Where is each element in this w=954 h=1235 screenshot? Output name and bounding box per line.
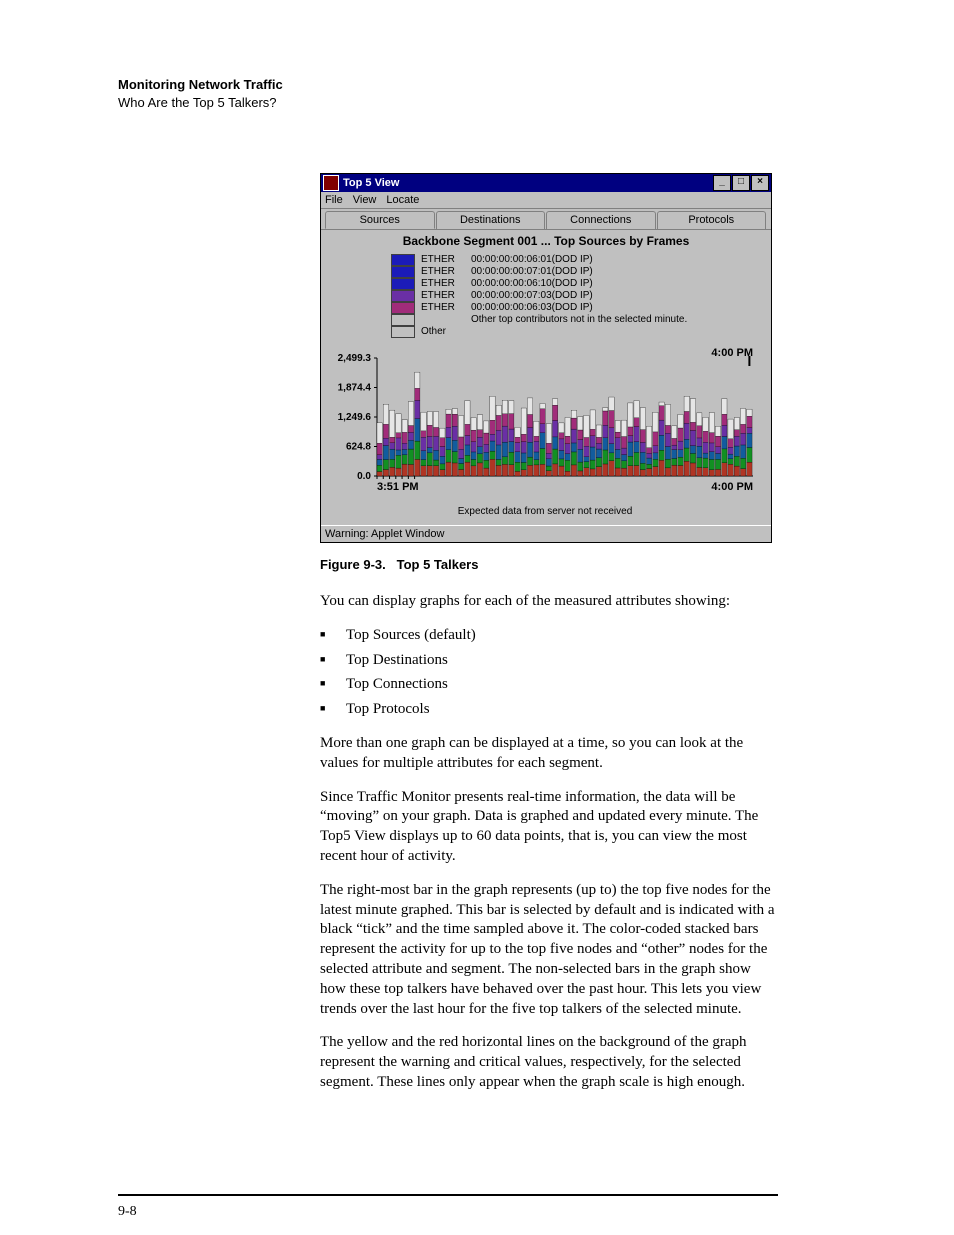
paragraph: The right-most bar in the graph represen… [320,881,776,1020]
svg-text:1,249.6: 1,249.6 [338,412,372,423]
legend-detail: 00:00:00:00:07:01(DOD IP) [471,266,593,278]
legend-detail: Other top contributors not in the select… [471,314,687,326]
list-item: Top Sources (default) [320,626,776,646]
legend-swatch [391,314,415,326]
paragraph: More than one graph can be displayed at … [320,734,776,774]
legend-label: ETHER [421,254,465,266]
legend-detail: 00:00:00:00:06:10(DOD IP) [471,278,593,290]
chart-svg: 2,499.3 1,874.4 1,249.6 624.8 0.0 4:00 PM 3:51… [327,344,763,504]
legend-label: ETHER [421,290,465,302]
header-title: Monitoring Network Traffic [118,76,778,94]
window-title: Top 5 View [343,177,713,189]
tab-sources[interactable]: Sources [325,211,435,229]
legend-swatch [391,290,415,302]
svg-text:4:00 PM: 4:00 PM [711,347,753,359]
chart-plot[interactable]: 2,499.3 1,874.4 1,249.6 624.8 0.0 4:00 PM 3:51… [321,342,771,525]
legend-row: Other top contributors not in the select… [391,314,771,326]
page-footer: 9-8 [118,1194,778,1220]
paragraph: The yellow and the red horizontal lines … [320,1033,776,1092]
svg-text:0.0: 0.0 [357,471,371,482]
menu-view[interactable]: View [353,194,377,206]
legend-detail: 00:00:00:00:06:03(DOD IP) [471,302,593,314]
legend-swatch [391,254,415,266]
figure-caption: Figure 9-3. Top 5 Talkers [320,557,778,572]
legend-row: Other [391,326,771,338]
figure-label: Figure 9-3. [320,557,386,572]
tab-connections[interactable]: Connections [546,211,656,229]
tab-bar: Sources Destinations Connections Protoco… [321,209,771,230]
legend-label: ETHER [421,278,465,290]
chart-title: Backbone Segment 001 ... Top Sources by … [321,230,771,252]
legend-row: ETHER 00:00:00:00:07:01(DOD IP) [391,266,771,278]
figure-text: Top 5 Talkers [397,557,479,572]
tab-destinations[interactable]: Destinations [436,211,546,229]
legend-swatch [391,278,415,290]
close-button[interactable]: × [751,175,769,191]
maximize-button[interactable]: □ [732,175,750,191]
top5-window: Top 5 View _ □ × File View Locate Source… [320,173,772,543]
legend-row: ETHER 00:00:00:00:07:03(DOD IP) [391,290,771,302]
header-subtitle: Who Are the Top 5 Talkers? [118,94,778,112]
window-titlebar[interactable]: Top 5 View _ □ × [321,174,771,192]
legend-swatch [391,326,415,338]
legend-detail: 00:00:00:00:06:01(DOD IP) [471,254,593,266]
list-item: Top Connections [320,675,776,695]
legend-label: ETHER [421,266,465,278]
running-header: Monitoring Network Traffic Who Are the T… [118,76,778,111]
legend-row: ETHER 00:00:00:00:06:10(DOD IP) [391,278,771,290]
svg-text:1,874.4: 1,874.4 [338,383,372,394]
legend-label: ETHER [421,302,465,314]
intro-paragraph: You can display graphs for each of the m… [320,592,776,612]
menu-file[interactable]: File [325,194,343,206]
paragraph: Since Traffic Monitor presents real-time… [320,788,776,867]
menubar: File View Locate [321,192,771,209]
legend-label: Other [421,326,465,338]
legend-row: ETHER 00:00:00:00:06:01(DOD IP) [391,254,771,266]
svg-text:624.8: 624.8 [346,442,371,453]
app-icon [323,175,339,191]
applet-warning-bar: Warning: Applet Window [321,525,771,542]
list-item: Top Protocols [320,700,776,720]
page-number: 9-8 [118,1204,137,1219]
svg-text:4:00 PM: 4:00 PM [711,481,753,493]
server-message: Expected data from server not received [327,504,763,521]
chart-legend: ETHER 00:00:00:00:06:01(DOD IP) ETHER 00:00… [321,252,771,342]
legend-row: ETHER 00:00:00:00:06:03(DOD IP) [391,302,771,314]
tab-protocols[interactable]: Protocols [657,211,767,229]
legend-detail: 00:00:00:00:07:03(DOD IP) [471,290,593,302]
bullet-list: Top Sources (default) Top Destinations T… [320,626,776,720]
svg-text:3:51 PM: 3:51 PM [377,481,419,493]
minimize-button[interactable]: _ [713,175,731,191]
list-item: Top Destinations [320,651,776,671]
svg-text:2,499.3: 2,499.3 [338,353,372,364]
menu-locate[interactable]: Locate [386,194,419,206]
legend-swatch [391,266,415,278]
legend-swatch [391,302,415,314]
body-text: You can display graphs for each of the m… [320,592,776,1093]
